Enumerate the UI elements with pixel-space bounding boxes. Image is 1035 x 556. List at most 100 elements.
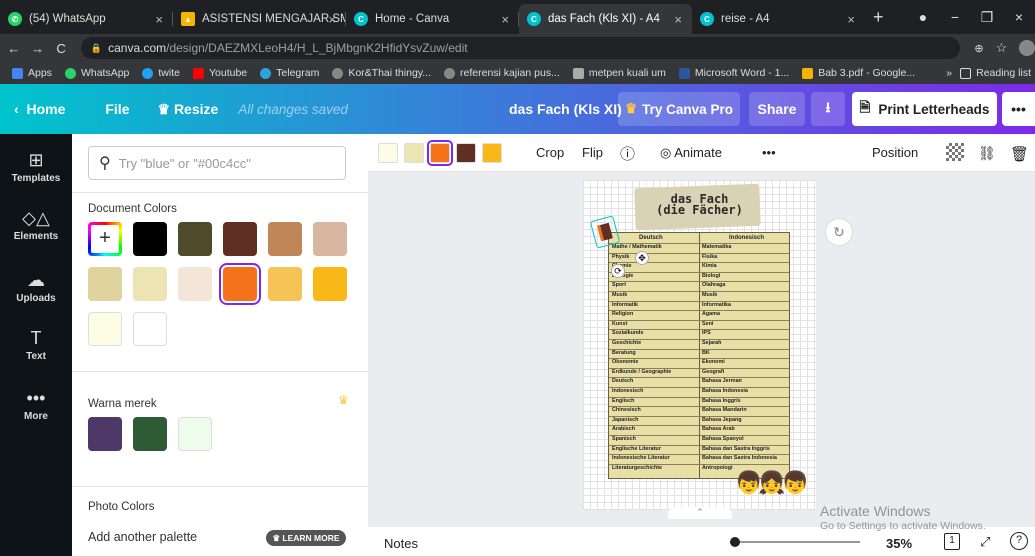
selected-book-sticker[interactable] [589, 215, 621, 249]
download-button[interactable]: ⭳ [811, 92, 845, 126]
zoom-icon[interactable]: ⊕ [974, 42, 983, 55]
back-icon[interactable]: ← [4, 41, 24, 56]
browser-tab-asistensi[interactable]: ▲ ASISTENSI MENGAJAR SMAI × [173, 4, 346, 34]
help-icon[interactable]: ? [1010, 532, 1028, 550]
bookmark-metpen[interactable]: metpen kuali um [572, 67, 666, 79]
scroll-up-chevron[interactable]: ⌃ [668, 507, 732, 519]
file-menu[interactable]: File [105, 101, 129, 117]
toolbar-color-swatch[interactable] [427, 140, 453, 166]
bookmark-whatsapp[interactable]: WhatsApp [64, 67, 129, 79]
star-icon[interactable]: ☆ [996, 40, 1008, 56]
close-tab-icon[interactable]: × [501, 12, 509, 27]
sidebar-item-more[interactable]: ••• More [0, 388, 72, 422]
sidebar-item-templates[interactable]: ⊞ Templates [0, 150, 72, 184]
design-canvas-area[interactable]: das Fach (die Fächer) Deutsch Indonesisc… [368, 172, 1035, 519]
trash-icon[interactable]: 🗑 [1010, 145, 1029, 163]
bookmark-korthai[interactable]: Kor&Thai thingy... [332, 67, 431, 79]
add-color-button[interactable]: + [88, 222, 122, 256]
resize-button[interactable]: ♛ Resize [157, 101, 218, 118]
document-color-swatch[interactable] [219, 263, 261, 305]
document-color-swatch[interactable] [178, 222, 212, 256]
brand-color-swatch[interactable] [88, 417, 122, 451]
document-color-swatch[interactable] [268, 222, 302, 256]
bookmarks-overflow[interactable]: » [946, 67, 952, 79]
zoom-slider[interactable] [730, 537, 860, 547]
design-page[interactable]: das Fach (die Fächer) Deutsch Indonesisc… [583, 180, 816, 510]
tab-title: ASISTENSI MENGAJAR SMAI [202, 13, 346, 25]
reading-list[interactable]: Reading list [960, 67, 1031, 79]
learn-more-button[interactable]: ♛ LEARN MORE [266, 530, 346, 546]
browser-tab-whatsapp[interactable]: ✆ (54) WhatsApp × [0, 4, 173, 34]
document-color-swatch[interactable] [88, 267, 122, 301]
close-tab-icon[interactable]: × [328, 12, 336, 27]
toolbar-color-swatch[interactable] [378, 143, 398, 163]
close-tab-icon[interactable]: × [847, 12, 855, 27]
bookmark-twite[interactable]: twite [142, 67, 180, 79]
toolbar-color-swatch[interactable] [456, 143, 476, 163]
document-color-swatch[interactable] [133, 267, 167, 301]
zoom-level[interactable]: 35% [886, 536, 912, 551]
subjects-table[interactable]: Deutsch Indonesisch Mathe / Mathematik Ma… [608, 232, 790, 479]
color-search-input[interactable]: ⚲ Try "blue" or "#00c4cc" [88, 146, 346, 180]
sidebar-item-elements[interactable]: ◇△ Elements [0, 208, 72, 242]
design-title-line2[interactable]: (die Fächer) [583, 204, 816, 216]
more-tools-button[interactable]: ••• [762, 145, 776, 160]
maximize-button[interactable]: ❐ [971, 9, 1003, 26]
move-handle-icon[interactable]: ✥ [635, 251, 649, 265]
browser-tab-reise[interactable]: C reise - A4 × [692, 4, 865, 34]
zoom-slider-knob[interactable] [730, 537, 740, 547]
url-field[interactable]: 🔒 canva.com /design/DAEZMXLeoH4/H_L_BjMb… [80, 37, 961, 59]
bookmark-apps[interactable]: Apps [12, 67, 52, 79]
notes-button[interactable]: Notes [384, 536, 418, 551]
forward-icon[interactable]: → [28, 41, 48, 56]
close-tab-icon[interactable]: × [155, 12, 163, 27]
position-button[interactable]: Position [872, 145, 918, 160]
close-window-button[interactable]: × [1003, 9, 1035, 25]
brand-color-swatch[interactable] [178, 417, 212, 451]
document-color-swatch[interactable] [133, 222, 167, 256]
rotate-handle-icon[interactable]: ⟳ [611, 264, 625, 278]
reload-icon[interactable]: C [51, 41, 71, 56]
crop-button[interactable]: Crop [536, 145, 564, 160]
profile-dot-icon[interactable]: ● [907, 9, 939, 25]
print-letterheads-button[interactable]: 🗎 Print Letterheads [852, 92, 997, 126]
animate-button[interactable]: ◎ Animate [660, 145, 722, 161]
try-canva-pro-button[interactable]: ♛ Try Canva Pro [618, 92, 740, 126]
browser-tab-das-fach[interactable]: C das Fach (Kls XI) - A4 × [519, 4, 692, 34]
page-count[interactable]: 1 [944, 533, 960, 550]
home-button[interactable]: ‹ Home [14, 101, 65, 117]
toolbar-color-swatch[interactable] [482, 143, 502, 163]
bookmark-referensi[interactable]: referensi kajian pus... [444, 67, 560, 79]
document-title[interactable]: das Fach (Kls XI) [509, 101, 622, 117]
add-palette-label[interactable]: Add another palette [88, 530, 197, 544]
document-color-swatch[interactable] [88, 312, 122, 346]
more-options-button[interactable]: ••• [1002, 92, 1035, 126]
new-tab-button[interactable]: + [873, 7, 884, 28]
bookmark-youtube[interactable]: Youtube [192, 67, 247, 79]
document-color-swatch[interactable] [133, 312, 167, 346]
document-color-swatch[interactable] [313, 222, 347, 256]
toolbar-color-swatch[interactable] [404, 143, 424, 163]
bookmark-bab3[interactable]: Bab 3.pdf - Google... [802, 67, 915, 79]
avatar[interactable] [1019, 40, 1035, 56]
browser-tab-home-canva[interactable]: C Home - Canva × [346, 4, 519, 34]
document-color-swatch[interactable] [313, 267, 347, 301]
link-icon[interactable]: ⛓ [978, 145, 996, 162]
table-row: Geschichte Sejarah [609, 339, 789, 347]
sidebar-item-uploads[interactable]: ☁ Uploads [0, 270, 72, 304]
document-color-swatch[interactable] [178, 267, 212, 301]
fullscreen-icon[interactable]: ⤢ [980, 534, 990, 550]
document-color-swatch[interactable] [268, 267, 302, 301]
close-tab-icon[interactable]: × [674, 12, 682, 27]
sidebar-item-text[interactable]: T Text [0, 328, 72, 362]
brand-color-swatch[interactable] [133, 417, 167, 451]
info-icon[interactable]: ⓘ [620, 143, 635, 164]
document-color-swatch[interactable] [223, 222, 257, 256]
bookmark-word[interactable]: Microsoft Word - 1... [678, 67, 789, 79]
minimize-button[interactable]: − [939, 9, 971, 25]
regenerate-button[interactable]: ↻ [825, 218, 853, 246]
share-button[interactable]: Share [749, 92, 805, 126]
transparency-icon[interactable] [946, 143, 964, 161]
flip-button[interactable]: Flip [582, 145, 603, 160]
bookmark-telegram[interactable]: Telegram [260, 67, 319, 79]
